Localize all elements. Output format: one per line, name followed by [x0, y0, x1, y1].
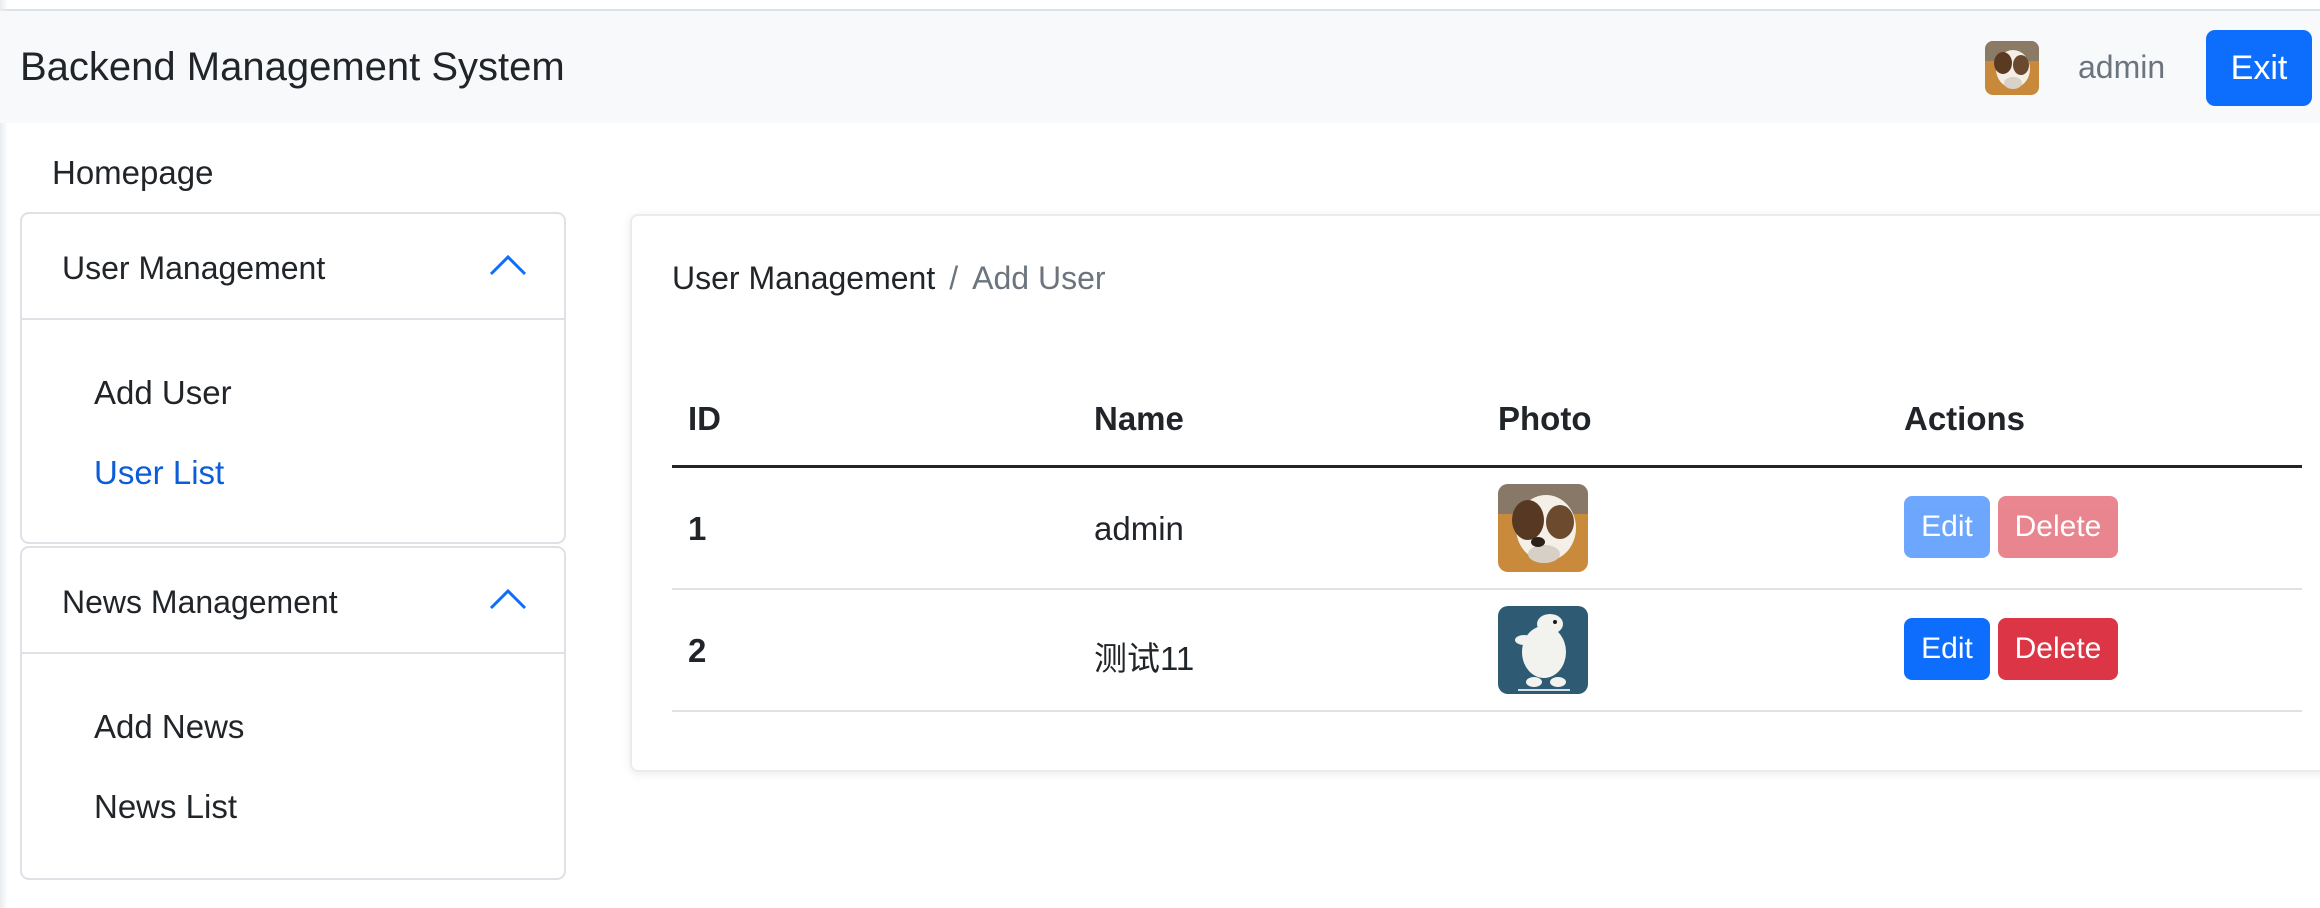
cell-id: 2: [688, 632, 707, 669]
accordion-title: News Management: [62, 584, 338, 620]
edit-button[interactable]: Edit: [1904, 618, 1990, 680]
sidebar-item-homepage[interactable]: Homepage: [52, 154, 213, 192]
left-edge-shade: [0, 0, 8, 908]
user-photo: [1498, 484, 1588, 572]
delete-button[interactable]: Delete: [1998, 618, 2118, 680]
column-header-photo: Photo: [1498, 400, 1592, 437]
column-header-id: ID: [688, 400, 721, 437]
content-card: User Management / Add User ID Name Photo A…: [630, 214, 2320, 772]
accordion-title: User Management: [62, 250, 326, 286]
navbar: Backend Management System admin Exit: [0, 11, 2320, 123]
accordion-news-management: News Management Add News News List: [20, 546, 566, 880]
accordion-header-news-management[interactable]: News Management: [22, 548, 564, 654]
top-border: [0, 0, 2320, 11]
breadcrumb-separator: /: [949, 260, 959, 296]
edit-button[interactable]: Edit: [1904, 496, 1990, 558]
cell-name: admin: [1094, 510, 1184, 547]
user-photo: [1498, 606, 1588, 694]
sidebar-item-news-list[interactable]: News List: [94, 788, 237, 826]
accordion-user-management: User Management Add User User List: [20, 212, 566, 544]
table-row: 2 测试11 Edit Delete: [672, 590, 2302, 712]
user-avatar: [1985, 41, 2039, 95]
sidebar-item-add-user[interactable]: Add User: [94, 374, 232, 412]
sidebar-item-add-news[interactable]: Add News: [94, 708, 244, 746]
breadcrumb: User Management / Add User: [672, 260, 1106, 297]
delete-button[interactable]: Delete: [1998, 496, 2118, 558]
chevron-up-icon: [489, 588, 527, 610]
table-header: ID Name Photo Actions: [672, 374, 2302, 468]
breadcrumb-item-user-management[interactable]: User Management: [672, 260, 935, 296]
cell-name: 测试11: [1094, 640, 1195, 677]
column-header-actions: Actions: [1904, 400, 2026, 437]
username-label: admin: [2078, 49, 2166, 85]
column-header-name: Name: [1094, 400, 1184, 437]
breadcrumb-current: Add User: [972, 260, 1106, 296]
table-row: 1 admin Edit Delete: [672, 468, 2302, 590]
brand-title[interactable]: Backend Management System: [20, 45, 565, 90]
exit-button[interactable]: Exit: [2206, 30, 2312, 106]
sidebar-item-user-list[interactable]: User List: [94, 454, 224, 492]
cell-id: 1: [688, 510, 707, 547]
chevron-up-icon: [489, 254, 527, 276]
accordion-header-user-management[interactable]: User Management: [22, 214, 564, 320]
